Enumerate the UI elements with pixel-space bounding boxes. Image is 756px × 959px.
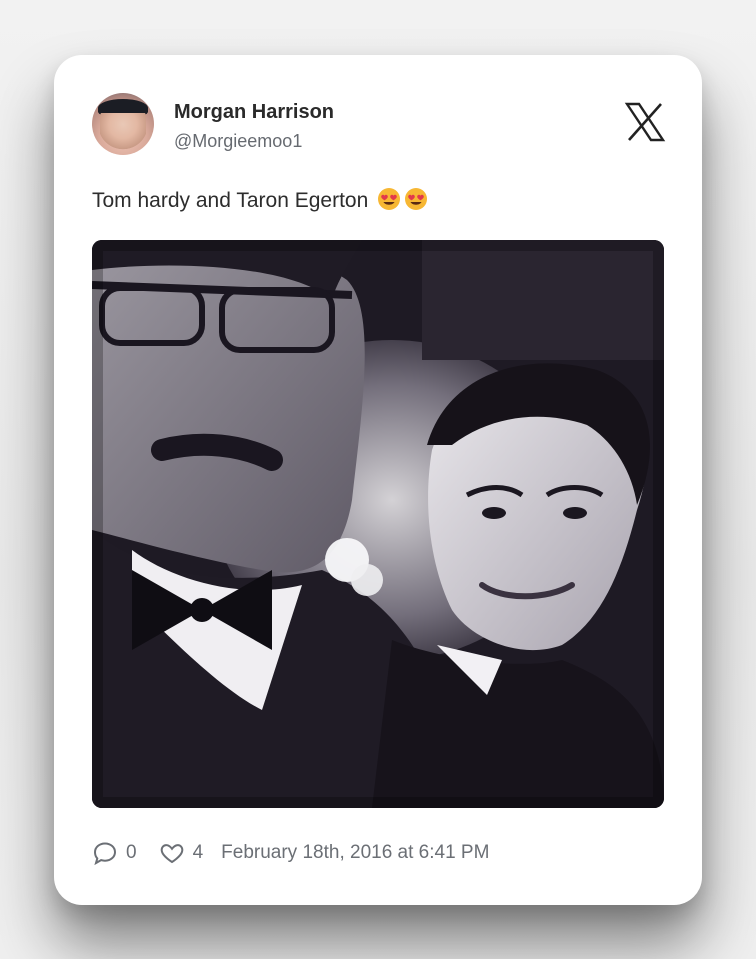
author-name[interactable]: Morgan Harrison [174, 101, 334, 124]
tweet-photo-illustration [92, 240, 664, 808]
avatar-face-shape [100, 113, 146, 151]
tweet-text-content: Tom hardy and Taron Egerton [92, 189, 369, 212]
post-timestamp: February 18th, 2016 at 6:41 PM [221, 842, 490, 863]
tweet-photo[interactable] [92, 240, 664, 808]
x-logo-icon[interactable] [624, 101, 666, 143]
author-avatar[interactable] [92, 93, 154, 155]
tweet-footer: 0 4 February 18th, 2016 at 6:41 PM [92, 840, 489, 866]
reply-count: 0 [126, 842, 137, 863]
speech-bubble-icon[interactable] [92, 840, 118, 866]
author-handle[interactable]: @Morgieemoo1 [174, 131, 302, 152]
heart-icon[interactable] [159, 840, 185, 866]
heart-eyes-emoji-icon [378, 188, 401, 210]
tweet-text: Tom hardy and Taron Egerton [92, 187, 428, 213]
tweet-card: Morgan Harrison @Morgieemoo1 Tom hardy a… [54, 55, 702, 905]
heart-eyes-emoji-icon [405, 188, 428, 210]
like-count: 4 [192, 842, 204, 863]
